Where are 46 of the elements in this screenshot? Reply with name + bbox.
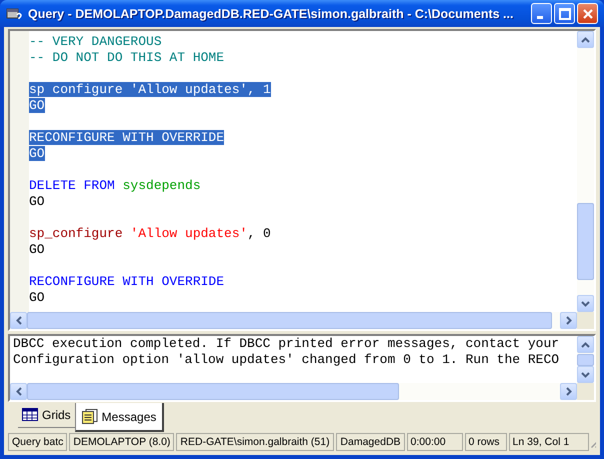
code-line: -- DO NOT DO THIS AT HOME [29, 50, 224, 65]
scroll-left-button[interactable] [10, 383, 27, 400]
code-line: GO [29, 242, 45, 257]
status-panel: Ln 39, Col 1 [508, 433, 589, 451]
code-line: sp_configure 'Allow updates', 0 [29, 226, 271, 241]
code-line: GO [29, 194, 45, 209]
code-line: RECONFIGURE WITH OVERRIDE [29, 274, 224, 289]
grid-icon [22, 408, 38, 422]
code-line: GO [29, 290, 45, 305]
message-line: DBCC execution completed. If DBCC printed error messages, contact your [13, 336, 560, 352]
scrollbar-thumb[interactable] [27, 383, 399, 400]
code-line: DELETE FROM sysdepends [29, 178, 201, 193]
scroll-down-button[interactable] [577, 366, 594, 383]
scroll-right-button[interactable] [560, 383, 577, 400]
scroll-down-button[interactable] [577, 295, 594, 312]
message-line: Configuration option 'allow updates' changed from 0 to 1. Run the RECO [13, 352, 560, 368]
result-tab[interactable]: Messages [74, 403, 164, 432]
status-panel: DamagedDB [336, 433, 405, 451]
scroll-left-button[interactable] [10, 312, 27, 329]
window-title: Query - DEMOLAPTOP.DamagedDB.RED-GATE\simon.galbraith - C:\Documents ... [28, 6, 514, 20]
close-icon [582, 8, 594, 20]
minimize-button[interactable] [531, 3, 552, 24]
maximize-icon [558, 8, 570, 20]
result-tab[interactable]: Grids [18, 403, 75, 428]
minimize-icon [537, 16, 543, 19]
status-panel: 0:00:00 [406, 433, 463, 451]
status-panel: DEMOLAPTOP (8.0) [69, 433, 174, 451]
code-line: -- VERY DANGEROUS [29, 34, 162, 49]
scroll-right-button[interactable] [560, 312, 577, 329]
scrollbar-thumb[interactable] [577, 354, 594, 366]
query-editor[interactable]: -- VERY DANGEROUS -- DO NOT DO THIS AT HOME sp configure 'Allow updates', 1 GO RECONFIGURE WITH OVERRIDE GO DELETE FROM sysdepends GO sp_configure 'Allow updates', 0 GO RECONFIGURE WITH OVERRIDE GO [8, 29, 596, 331]
status-panel: RED-GATE\simon.galbraith (51) [176, 433, 334, 451]
status-panel: Query batc [8, 433, 68, 451]
close-button[interactable] [577, 3, 598, 24]
messages-icon [82, 409, 98, 424]
scroll-up-button[interactable] [577, 336, 594, 353]
horizontal-scrollbar[interactable] [10, 383, 594, 400]
scroll-up-button[interactable] [577, 31, 594, 48]
maximize-button[interactable] [554, 3, 575, 24]
query-icon [6, 6, 22, 22]
vertical-scrollbar[interactable] [577, 31, 594, 312]
scrollbar-thumb[interactable] [577, 203, 594, 280]
scrollbar-corner [577, 312, 594, 329]
status-panel: 0 rows [464, 433, 507, 451]
vertical-scrollbar[interactable] [577, 336, 594, 383]
scrollbar-corner [577, 383, 594, 400]
